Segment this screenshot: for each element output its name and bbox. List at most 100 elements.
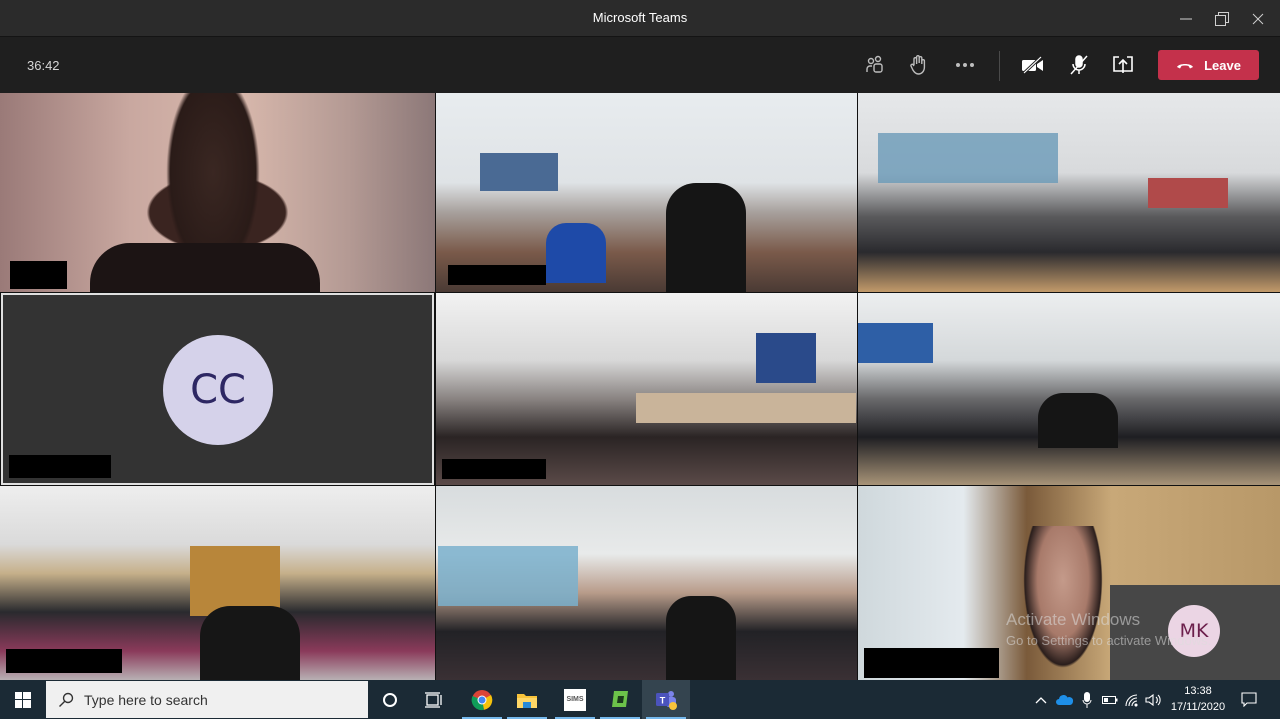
show-hidden-icons-button[interactable] — [1032, 680, 1050, 719]
classroom-display — [878, 133, 1058, 183]
taskbar-green-app[interactable] — [596, 680, 644, 719]
participant-tile-7[interactable] — [0, 486, 435, 680]
student-seated — [546, 223, 606, 283]
avatar-mk: MK — [1168, 605, 1220, 657]
mic-off-icon — [1070, 55, 1088, 75]
name-label-redacted — [10, 261, 67, 289]
avatar-cc: CC — [163, 335, 273, 445]
notifications-icon — [1241, 692, 1257, 707]
restore-button[interactable] — [1204, 0, 1240, 37]
folder-icon — [517, 693, 537, 708]
student-seated — [200, 606, 300, 680]
leave-button[interactable]: Leave — [1158, 50, 1259, 80]
windows-logo-icon — [15, 691, 31, 708]
participant-tile-4[interactable]: CC — [1, 293, 434, 485]
tray-battery[interactable] — [1100, 680, 1120, 719]
desk — [636, 393, 856, 423]
chrome-icon — [471, 689, 493, 710]
microphone-icon — [1082, 691, 1092, 708]
hang-up-icon — [1177, 64, 1194, 69]
window-title: Microsoft Teams — [592, 10, 688, 25]
volume-icon — [1145, 693, 1161, 706]
ellipsis-icon — [956, 63, 974, 67]
taskbar-file-explorer[interactable] — [503, 680, 551, 719]
student-standing — [666, 183, 746, 292]
share-screen-button[interactable] — [1110, 53, 1136, 77]
tray-onedrive[interactable] — [1054, 680, 1076, 719]
taskbar-cortana[interactable] — [366, 680, 414, 719]
onedrive-icon — [1056, 694, 1074, 705]
participant-tile-1[interactable] — [0, 93, 435, 292]
mic-toggle-button[interactable] — [1066, 53, 1092, 77]
camera-off-icon — [1022, 56, 1043, 74]
title-bar: Microsoft Teams — [0, 0, 1280, 37]
clock-date: 17/11/2020 — [1170, 701, 1226, 713]
clock-time: 13:38 — [1184, 685, 1212, 697]
search-icon — [59, 692, 74, 707]
tray-volume[interactable] — [1144, 680, 1164, 719]
participant-video — [1018, 526, 1108, 680]
leave-label: Leave — [1204, 57, 1241, 73]
taskbar-sims[interactable]: SIMS — [551, 680, 599, 719]
meeting-timer: 36:42 — [27, 58, 60, 73]
classroom-board — [756, 333, 816, 383]
wifi-icon — [1125, 693, 1138, 707]
toolbar-divider — [999, 51, 1000, 81]
start-button[interactable] — [0, 680, 46, 719]
name-label-redacted — [448, 265, 546, 285]
taskbar-clock[interactable]: 13:38 17/11/2020 — [1168, 683, 1228, 715]
raise-hand-button[interactable] — [906, 53, 932, 77]
student-seated — [666, 596, 736, 680]
participant-tile-2[interactable] — [436, 93, 857, 292]
chevron-up-icon — [1035, 696, 1047, 703]
avatar-initials: CC — [190, 367, 246, 413]
teams-icon: T — [656, 690, 677, 710]
participants-button[interactable] — [862, 53, 888, 77]
search-placeholder: Type here to search — [84, 691, 208, 708]
task-view-icon — [425, 691, 442, 708]
self-preview-tile[interactable]: MK — [1110, 585, 1280, 680]
participant-tile-5[interactable] — [436, 293, 857, 485]
minimize-icon — [1180, 18, 1192, 19]
meeting-toolbar: 36:42 Leave — [0, 37, 1280, 93]
classroom-board — [480, 153, 558, 191]
green-app-icon — [612, 690, 628, 707]
participant-tile-3[interactable] — [858, 93, 1280, 292]
sims-icon: SIMS — [564, 688, 586, 711]
close-icon — [1252, 13, 1264, 24]
camera-toggle-button[interactable] — [1020, 53, 1046, 77]
name-label-redacted — [9, 455, 111, 478]
name-label-redacted — [6, 649, 122, 673]
avatar-initials: MK — [1179, 620, 1209, 642]
taskbar-task-view[interactable] — [410, 680, 458, 719]
name-label-redacted — [864, 648, 999, 678]
svg-text:T: T — [660, 695, 666, 705]
taskbar-chrome[interactable] — [458, 680, 506, 719]
share-tray-icon — [1113, 56, 1133, 73]
people-icon — [866, 55, 883, 73]
close-button[interactable] — [1240, 0, 1276, 37]
more-actions-button[interactable] — [952, 53, 978, 77]
sims-label: SIMS — [566, 696, 584, 703]
hand-icon — [910, 55, 926, 75]
windows-taskbar: Type here to search SIMS T 13:38 17/11/2… — [0, 680, 1280, 719]
taskbar-teams[interactable]: T — [642, 680, 690, 719]
classroom-board — [1148, 178, 1228, 208]
video-grid: CC MK — [0, 93, 1280, 680]
participant-tile-8[interactable] — [436, 486, 857, 680]
circle-icon — [383, 692, 397, 707]
action-center-button[interactable] — [1236, 680, 1262, 719]
participant-video-body — [90, 243, 320, 292]
classroom-display — [858, 323, 933, 363]
classroom-display — [438, 546, 578, 606]
battery-icon — [1102, 695, 1118, 704]
student-seated — [1038, 393, 1118, 448]
restore-icon — [1215, 11, 1229, 26]
tray-wifi[interactable] — [1122, 680, 1142, 719]
name-label-redacted — [442, 459, 546, 479]
taskbar-search[interactable]: Type here to search — [46, 681, 368, 718]
minimize-button[interactable] — [1168, 0, 1204, 37]
tray-microphone[interactable] — [1078, 680, 1096, 719]
participant-tile-6[interactable] — [858, 293, 1280, 485]
participant-tile-9[interactable]: MK — [858, 486, 1280, 680]
